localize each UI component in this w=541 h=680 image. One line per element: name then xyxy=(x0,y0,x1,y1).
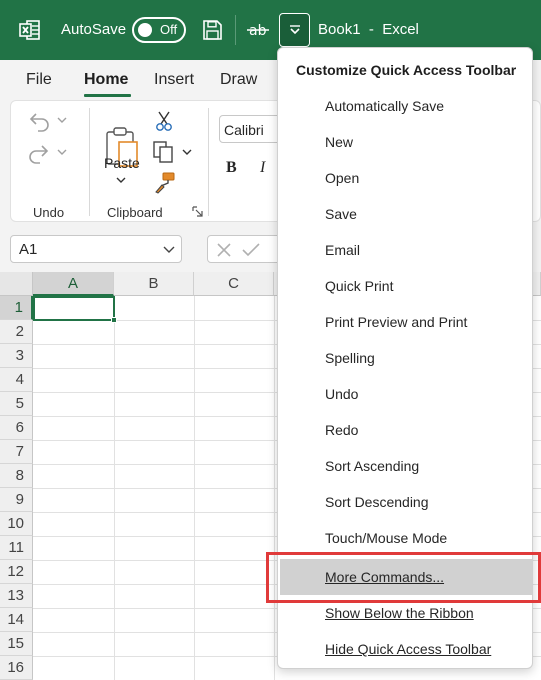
formula-tools xyxy=(207,235,287,263)
menu-item-label: Hide Quick Access Toolbar xyxy=(325,641,492,657)
fill-handle[interactable] xyxy=(111,317,117,323)
menu-item-email[interactable]: Email xyxy=(280,232,532,268)
menu-item-spelling[interactable]: Spelling xyxy=(280,340,532,376)
bold-button[interactable]: B xyxy=(226,159,237,177)
menu-item-print-preview[interactable]: Print Preview and Print xyxy=(280,304,532,340)
column-header[interactable]: A xyxy=(33,272,114,296)
group-separator xyxy=(89,108,90,216)
chevron-down-icon[interactable] xyxy=(163,245,175,254)
excel-logo-icon xyxy=(19,20,40,40)
row-header[interactable]: 15 xyxy=(0,632,33,656)
row-header[interactable]: 6 xyxy=(0,416,33,440)
row-header[interactable]: 4 xyxy=(0,368,33,392)
row-header[interactable]: 10 xyxy=(0,512,33,536)
menu-item-label: Undo xyxy=(325,386,359,402)
chevron-down-icon xyxy=(290,25,300,35)
column-header[interactable]: C xyxy=(194,272,274,296)
group-separator xyxy=(208,108,209,216)
annotation-highlight-box xyxy=(266,552,541,603)
name-box-value: A1 xyxy=(19,241,38,258)
row-header[interactable]: 3 xyxy=(0,344,33,368)
cut-icon[interactable] xyxy=(154,110,174,132)
menu-item-undo[interactable]: Undo xyxy=(280,376,532,412)
undo-group-label: Undo xyxy=(33,205,65,220)
redo-icon[interactable] xyxy=(28,140,70,166)
menu-item-sort-descending[interactable]: Sort Descending xyxy=(280,484,532,520)
font-name-value: Calibri xyxy=(224,122,264,138)
menu-item-label: Open xyxy=(325,170,360,186)
autosave-state: Off xyxy=(160,22,178,37)
menu-heading: Customize Quick Access Toolbar xyxy=(296,62,517,78)
format-painter-icon[interactable] xyxy=(154,172,176,194)
tab-insert[interactable]: Insert xyxy=(154,70,194,90)
qat-customize-button[interactable] xyxy=(279,13,310,47)
menu-item-label: New xyxy=(325,134,354,150)
column-header[interactable]: B xyxy=(114,272,194,296)
menu-item-label: Quick Print xyxy=(325,278,394,294)
copy-icon[interactable] xyxy=(152,140,176,164)
toolbar-separator xyxy=(235,15,236,45)
autosave-label: AutoSave xyxy=(61,21,127,38)
menu-item-quick-print[interactable]: Quick Print xyxy=(280,268,532,304)
row-header[interactable]: 2 xyxy=(0,320,33,344)
toggle-knob xyxy=(138,23,152,37)
cancel-icon[interactable] xyxy=(216,242,232,258)
menu-item-label: Spelling xyxy=(325,350,375,366)
menu-item-touch-mouse-mode[interactable]: Touch/Mouse Mode xyxy=(280,520,532,556)
name-box[interactable]: A1 xyxy=(10,235,182,263)
menu-item-label: Email xyxy=(325,242,361,258)
enter-icon[interactable] xyxy=(242,242,260,258)
row-header[interactable]: 16 xyxy=(0,656,33,680)
row-header[interactable]: 7 xyxy=(0,440,33,464)
menu-item-label: Print Preview and Print xyxy=(325,314,468,330)
italic-button[interactable]: I xyxy=(260,159,265,177)
row-header[interactable]: 14 xyxy=(0,608,33,632)
tab-file[interactable]: File xyxy=(26,70,52,90)
row-header[interactable]: 11 xyxy=(0,536,33,560)
clipboard-group-label: Clipboard xyxy=(107,205,163,220)
row-header[interactable]: 5 xyxy=(0,392,33,416)
dialog-launcher-icon[interactable] xyxy=(192,206,204,218)
tab-draw[interactable]: Draw xyxy=(220,70,257,90)
document-title: Book1 - Excel xyxy=(318,21,419,38)
row-header[interactable]: 12 xyxy=(0,560,33,584)
menu-item-label: Touch/Mouse Mode xyxy=(325,530,448,546)
save-icon[interactable] xyxy=(200,18,224,42)
menu-item-label: Automatically Save xyxy=(325,98,445,114)
menu-item-save[interactable]: Save xyxy=(280,196,532,232)
autosave-toggle[interactable]: Off xyxy=(132,17,186,43)
menu-item-label: Sort Ascending xyxy=(325,458,420,474)
menu-item-redo[interactable]: Redo xyxy=(280,412,532,448)
row-header[interactable]: 9 xyxy=(0,488,33,512)
menu-item-label: Save xyxy=(325,206,357,222)
chevron-down-icon[interactable] xyxy=(116,176,126,184)
menu-item-hide-qat[interactable]: Hide Quick Access Toolbar xyxy=(280,631,532,667)
strikethrough-icon[interactable]: ab xyxy=(246,18,270,42)
row-header[interactable]: 13 xyxy=(0,584,33,608)
menu-item-label: Show Below the Ribbon xyxy=(325,605,474,621)
menu-item-label: Redo xyxy=(325,422,359,438)
menu-item-sort-ascending[interactable]: Sort Ascending xyxy=(280,448,532,484)
row-header[interactable]: 1 xyxy=(0,296,33,320)
active-cell[interactable] xyxy=(33,296,115,321)
row-header[interactable]: 8 xyxy=(0,464,33,488)
undo-icon[interactable] xyxy=(28,108,70,134)
menu-item-label: Sort Descending xyxy=(325,494,429,510)
select-all-corner[interactable] xyxy=(0,272,33,296)
svg-text:ab: ab xyxy=(249,23,267,39)
tab-home[interactable]: Home xyxy=(84,70,128,90)
menu-item-new[interactable]: New xyxy=(280,124,532,160)
menu-item-automatically-save[interactable]: Automatically Save xyxy=(280,88,532,124)
selected-tab-indicator xyxy=(84,94,131,97)
chevron-down-icon[interactable] xyxy=(182,148,192,156)
paste-label: Paste xyxy=(104,155,140,171)
menu-item-open[interactable]: Open xyxy=(280,160,532,196)
